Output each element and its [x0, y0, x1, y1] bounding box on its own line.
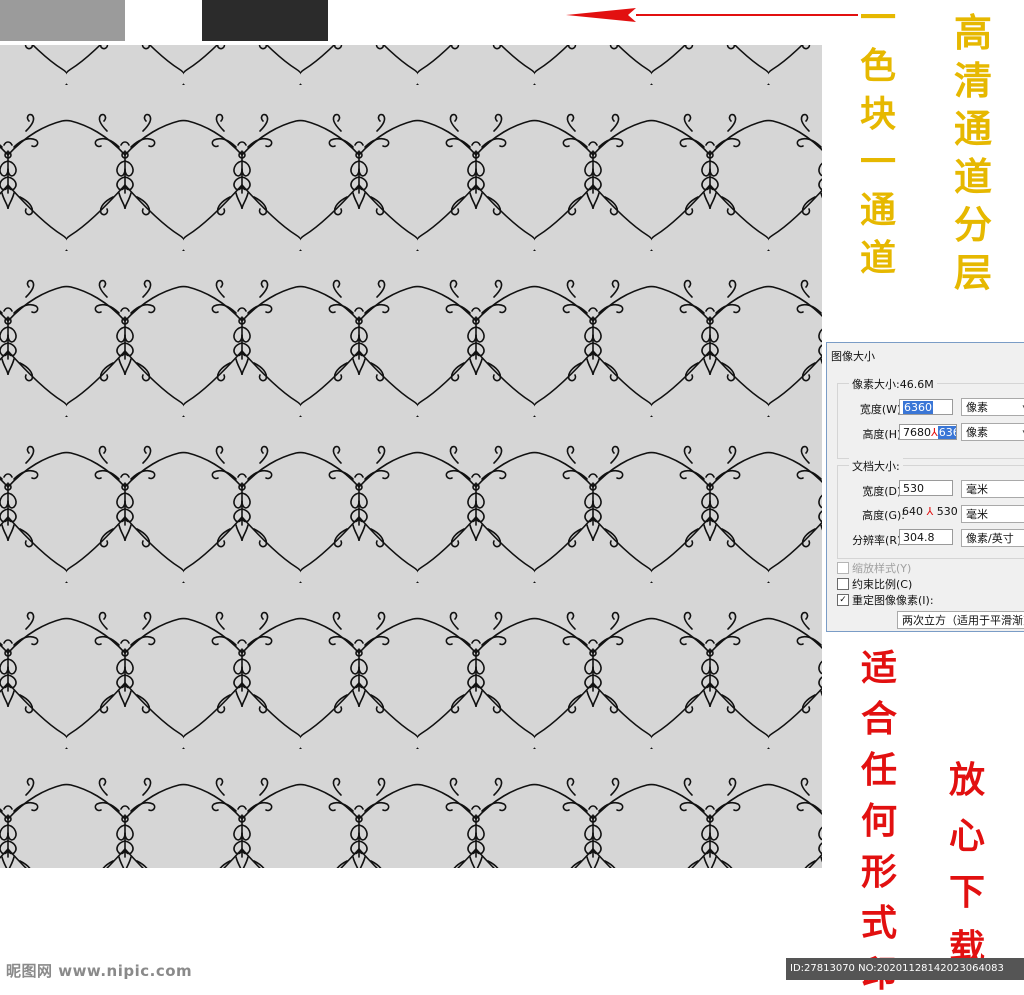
damask-pattern-canvas — [0, 45, 822, 868]
annotation-char: 一 — [859, 141, 896, 183]
pixel-dimensions-group — [837, 383, 1024, 459]
height-input[interactable]: 7680⅄6360 — [899, 424, 957, 440]
annotation-char: 清 — [953, 58, 992, 103]
annotation-char: 放 — [948, 759, 985, 801]
annotation-char: 何 — [860, 800, 897, 842]
site-watermark: 昵图网 www.nipic.com — [6, 962, 193, 980]
resolution-label: 分辨率(R): — [852, 534, 905, 547]
annotation-char: 合 — [860, 698, 897, 740]
constrain-proportions-checkbox[interactable] — [837, 578, 849, 590]
height-unit-select[interactable]: 像素▾ — [961, 423, 1024, 441]
annotation-char: 形 — [860, 851, 897, 893]
annotation-char: 通 — [859, 189, 896, 231]
annotation-char: 高 — [953, 10, 992, 55]
annotation-char: 一 — [859, 0, 896, 39]
annotation-char: 分 — [953, 202, 992, 247]
suitable-any-print-annotation: 适合任何形式印 — [856, 650, 902, 992]
hd-channel-layers-annotation: 高清通道分层 — [948, 14, 998, 292]
height-label: 高度(H): — [862, 428, 905, 441]
doc-height-unit-select[interactable]: 毫米 — [961, 505, 1024, 523]
resample-checkbox-row[interactable]: ✓ 重定图像像素(I): — [837, 592, 934, 608]
doc-width-unit-select[interactable]: 毫米 — [961, 480, 1024, 498]
gray-color-swatch — [0, 0, 125, 41]
annotation-char: 道 — [859, 237, 896, 279]
doc-group-label: 文档大小: — [849, 458, 903, 474]
download-safe-annotation: 放心下载 — [944, 762, 990, 966]
left-arrow-icon — [566, 8, 858, 22]
doc-height-label: 高度(G): — [862, 509, 905, 522]
dark-color-swatch — [202, 0, 328, 41]
annotation-char: 色 — [859, 45, 896, 87]
resample-checkbox[interactable]: ✓ — [837, 594, 849, 606]
image-id-bar: ID:27813070 NO:20201128142023064083 — [786, 958, 1024, 980]
width-unit-select[interactable]: 像素▾ — [961, 398, 1024, 416]
width-label: 宽度(W): — [859, 403, 905, 416]
resample-method-select[interactable]: 两次立方（适用于平滑渐变 — [897, 611, 1024, 629]
image-size-dialog: 图像大小 像素大小:46.6M 宽度(W): 6360 像素▾ 高度(H): 7… — [826, 342, 1024, 632]
doc-width-label: 宽度(D): — [862, 485, 905, 498]
color-block-channel-annotation: 一色块一通道 — [856, 0, 900, 276]
dialog-title: 图像大小 — [831, 350, 875, 363]
pixel-group-label: 像素大小:46.6M — [849, 376, 937, 392]
scale-styles-checkbox[interactable] — [837, 562, 849, 574]
annotation-char: 下 — [948, 871, 985, 913]
scale-styles-checkbox-row[interactable]: 缩放样式(Y) — [837, 560, 911, 576]
annotation-char: 式 — [860, 902, 897, 944]
annotation-char: 任 — [860, 749, 897, 791]
doc-height-input[interactable]: 640 ⅄ 530 — [899, 504, 957, 520]
width-input[interactable]: 6360 — [899, 399, 953, 415]
resolution-input[interactable]: 304.8 — [899, 529, 953, 545]
resolution-unit-select[interactable]: 像素/英寸 — [961, 529, 1024, 547]
annotation-char: 心 — [948, 815, 985, 857]
damask-pattern — [0, 45, 822, 868]
constrain-proportions-checkbox-row[interactable]: 约束比例(C) — [837, 576, 912, 592]
annotation-char: 适 — [860, 647, 897, 689]
annotation-char: 层 — [953, 250, 992, 295]
annotation-char: 道 — [953, 154, 992, 199]
annotation-char: 通 — [953, 106, 992, 151]
annotation-char: 块 — [859, 93, 896, 135]
doc-width-input[interactable]: 530 — [899, 480, 953, 496]
